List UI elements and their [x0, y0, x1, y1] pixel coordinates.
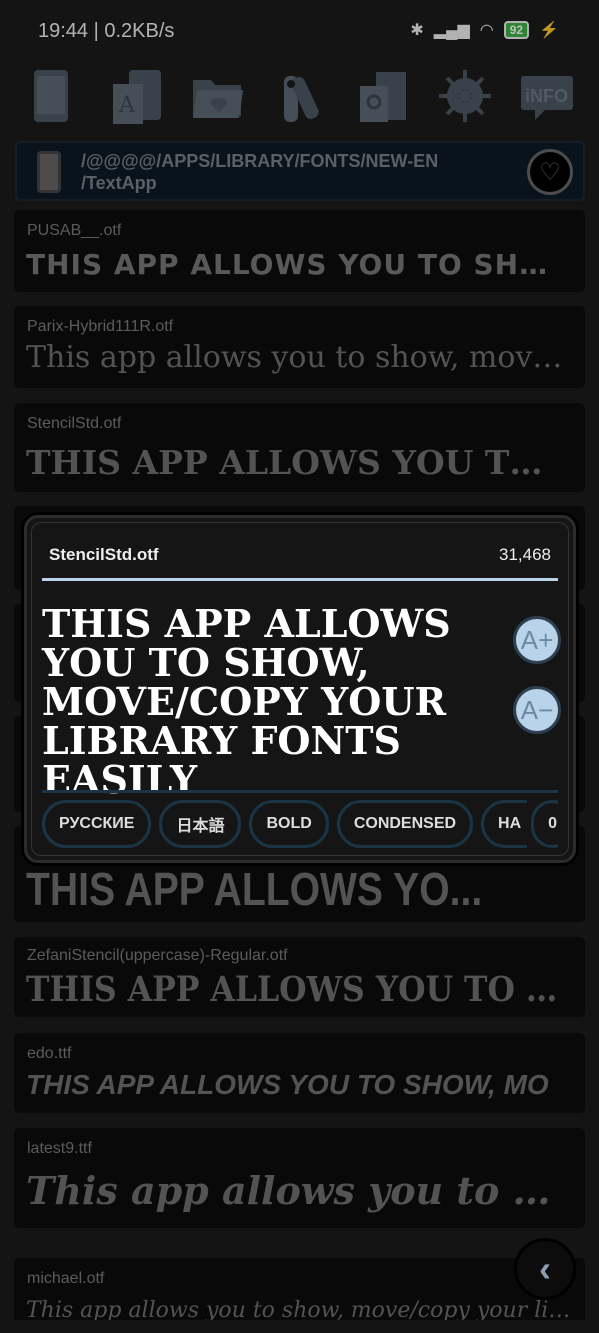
chip-japanese[interactable]: 日本語	[159, 800, 242, 848]
chip-russian[interactable]: РУССКИЕ	[42, 800, 152, 848]
chip-bold[interactable]: BOLD	[249, 800, 329, 848]
increase-font-button[interactable]: A+	[513, 616, 561, 664]
divider	[42, 578, 558, 581]
decrease-font-button[interactable]: A−	[513, 686, 561, 734]
divider	[42, 790, 558, 793]
dialog-font-size: 31,468	[499, 545, 551, 564]
dialog-sample-text: THIS APP ALLOWS YOU TO SHOW, MOVE/COPY Y…	[42, 601, 451, 802]
chip-condensed[interactable]: CONDENSED	[336, 800, 474, 848]
chip-partial[interactable]: HA	[481, 800, 528, 848]
dialog-font-name: StencilStd.otf	[49, 545, 159, 564]
sample-chips: РУССКИЕ 日本語 BOLD CONDENSED HA 0	[42, 800, 558, 850]
font-preview-dialog: StencilStd.otf 31,468 THIS APP ALLOWS YO…	[24, 515, 576, 863]
chip-zero[interactable]: 0	[531, 800, 558, 848]
